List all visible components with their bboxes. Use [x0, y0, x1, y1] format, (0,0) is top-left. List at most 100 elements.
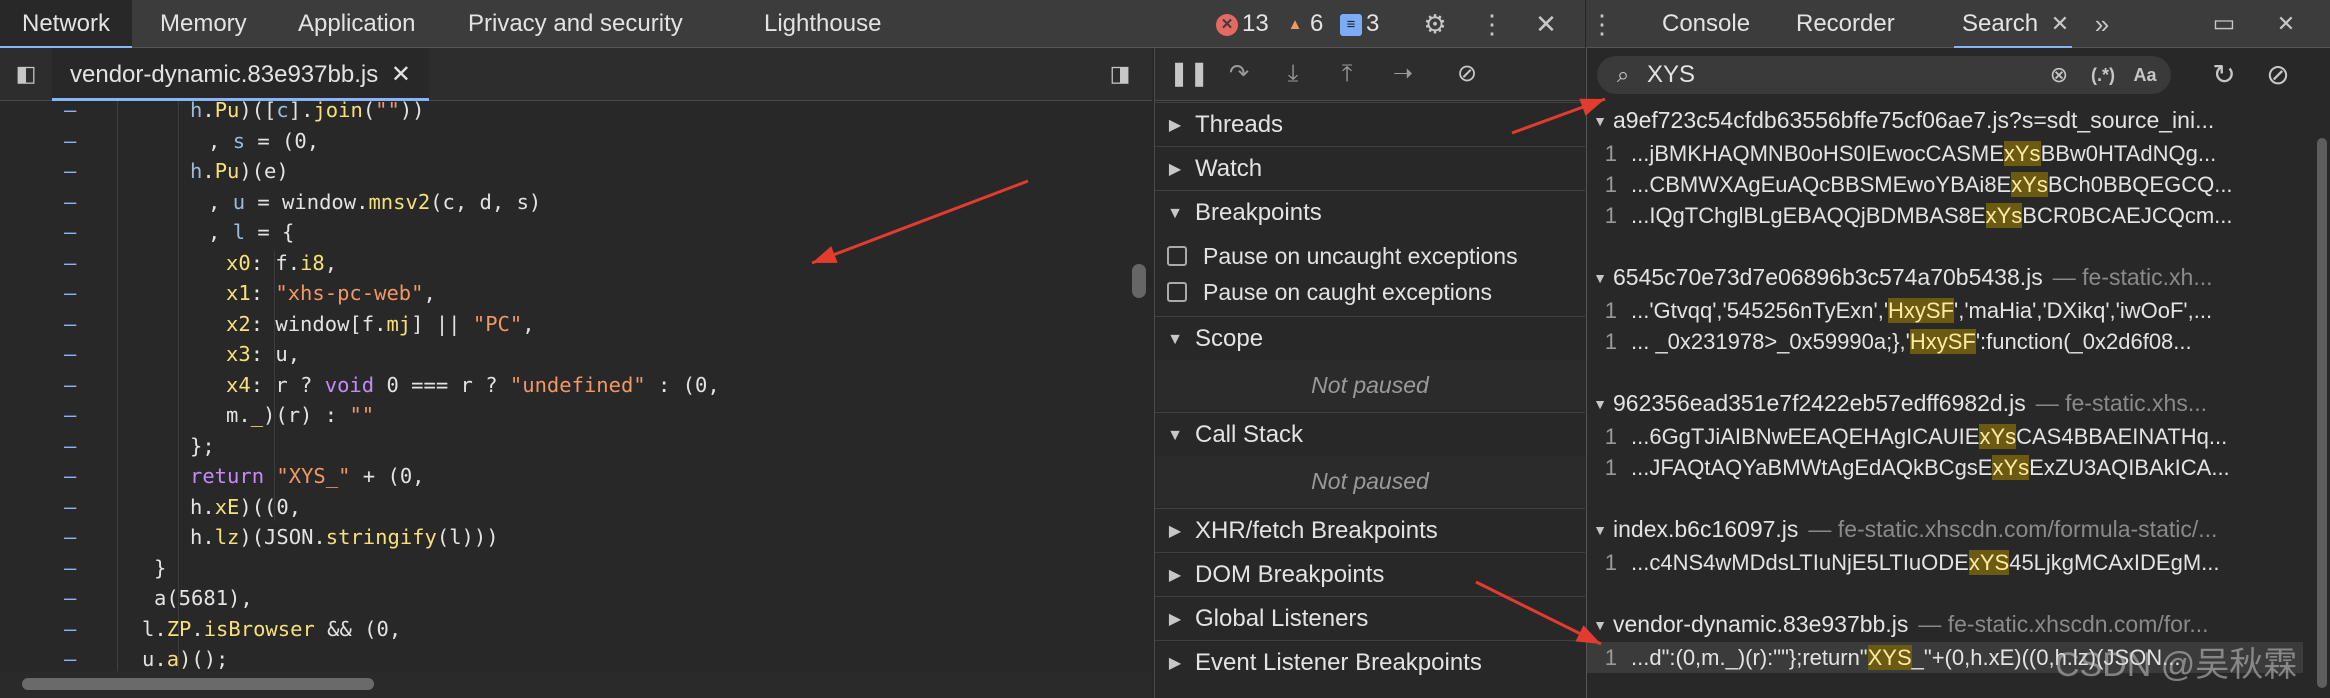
code-line[interactable]: – h.Pu)([c].join("")): [0, 101, 1140, 126]
result-file-header[interactable]: ▼ a9ef723c54cfdb63556bffe75cf06ae7.js?s=s…: [1587, 104, 2303, 136]
tab-recorder[interactable]: Recorder: [1796, 0, 1895, 48]
error-count[interactable]: ✕ 13: [1216, 9, 1269, 39]
code-line[interactable]: – , s = (0,: [0, 126, 1140, 157]
match-case-toggle[interactable]: Aa: [2129, 59, 2161, 91]
close-drawer-icon[interactable]: ✕: [2270, 8, 2302, 40]
gutter-marker[interactable]: –: [64, 126, 76, 157]
search-match-row[interactable]: 1 ...CBMWXAgEuAQcBBSMEwoYBAi8ExYsBCh0BBQE…: [1587, 169, 2303, 200]
editor-file-tab[interactable]: vendor-dynamic.83e937bb.js ✕: [52, 48, 429, 101]
tab-lighthouse[interactable]: Lighthouse: [764, 0, 881, 48]
step-into-icon[interactable]: ⤓: [1277, 58, 1309, 90]
code-line[interactable]: – x2: window[f.mj] || "PC",: [0, 309, 1140, 340]
more-options-icon[interactable]: ⋮: [1476, 8, 1508, 40]
gutter-marker[interactable]: –: [64, 278, 76, 309]
section-global-listeners[interactable]: ▶ Global Listeners: [1155, 596, 1585, 640]
gutter-marker[interactable]: –: [64, 370, 76, 401]
code-line[interactable]: – u.a)();: [0, 644, 1140, 671]
code-line[interactable]: – return "XYS_" + (0,: [0, 461, 1140, 492]
section-breakpoints[interactable]: ▼ Breakpoints: [1155, 190, 1585, 234]
tab-privacy-security[interactable]: Privacy and security: [468, 0, 683, 48]
regex-toggle[interactable]: (.*): [2087, 59, 2119, 91]
code-line[interactable]: – h.Pu)(e): [0, 156, 1140, 187]
result-file-header[interactable]: ▼ vendor-dynamic.83e937bb.js — fe-static.x…: [1587, 608, 2303, 640]
code-line[interactable]: – , l = {: [0, 217, 1140, 248]
clear-search-icon[interactable]: ⊗: [2043, 59, 2075, 91]
toggle-debugger-icon[interactable]: ◨: [1104, 58, 1136, 90]
pause-uncaught-checkbox[interactable]: [1167, 246, 1187, 266]
gutter-marker[interactable]: –: [64, 583, 76, 614]
dock-side-icon[interactable]: ▭: [2208, 8, 2240, 40]
code-line[interactable]: – m._)(r) : "": [0, 400, 1140, 431]
drawer-menu-icon[interactable]: ⋮: [1586, 8, 1618, 40]
message-count[interactable]: ≡ 3: [1340, 9, 1379, 39]
code-line[interactable]: – l.ZP.isBrowser && (0,: [0, 614, 1140, 645]
deactivate-breakpoints-icon[interactable]: ⊘: [1451, 58, 1483, 90]
section-threads[interactable]: ▶ Threads: [1155, 102, 1585, 146]
code-line[interactable]: – a(5681),: [0, 583, 1140, 614]
section-scope[interactable]: ▼ Scope: [1155, 316, 1585, 360]
pause-uncaught-row[interactable]: Pause on uncaught exceptions: [1155, 238, 1585, 274]
gutter-marker[interactable]: –: [64, 431, 76, 462]
pause-caught-checkbox[interactable]: [1167, 282, 1187, 302]
gutter-marker[interactable]: –: [64, 553, 76, 584]
tab-search[interactable]: Search: [1953, 0, 2073, 49]
code-line[interactable]: – h.lz)(JSON.stringify(l))): [0, 522, 1140, 553]
search-match-row[interactable]: 1 ...IQgTChglBLgEBAQQjBDMBAS8ExYsBCR0BCAE…: [1587, 200, 2303, 231]
editor-vertical-scroll-thumb[interactable]: [1132, 264, 1146, 298]
result-file-header[interactable]: ▼ index.b6c16097.js — fe-static.xhscdn.com…: [1587, 513, 2303, 545]
gutter-marker[interactable]: –: [64, 492, 76, 523]
search-match-row[interactable]: 1 ... _0x231978>_0x59990a;},'HxySF':funct…: [1587, 326, 2303, 357]
gutter-marker[interactable]: –: [64, 187, 76, 218]
search-match-row[interactable]: 1 ...JFAQtAQYaBMWtAgEdAQkBCgsExYsExZU3AQI…: [1587, 452, 2303, 483]
pause-caught-row[interactable]: Pause on caught exceptions: [1155, 274, 1585, 310]
code-line[interactable]: – x0: f.i8,: [0, 248, 1140, 279]
code-line[interactable]: – x4: r ? void 0 === r ? "undefined" : (0…: [0, 370, 1140, 401]
code-line[interactable]: – , u = window.mnsv2(c, d, s): [0, 187, 1140, 218]
gutter-marker[interactable]: –: [64, 101, 76, 126]
more-tabs-icon[interactable]: »: [2086, 8, 2118, 40]
code-editor[interactable]: – h.Pu)([c].join("")) –, s = (0, – h.Pu)(e) –…: [0, 101, 1152, 671]
section-watch[interactable]: ▶ Watch: [1155, 146, 1585, 190]
close-search-tab-icon[interactable]: ✕: [2044, 8, 2076, 40]
settings-gear-icon[interactable]: ⚙: [1419, 8, 1451, 40]
gutter-marker[interactable]: –: [64, 644, 76, 671]
gutter-marker[interactable]: –: [64, 461, 76, 492]
section-call-stack[interactable]: ▼ Call Stack: [1155, 412, 1585, 456]
editor-horizontal-scrollbar[interactable]: [0, 671, 1152, 698]
tab-network[interactable]: Network: [0, 0, 133, 49]
gutter-marker[interactable]: –: [64, 339, 76, 370]
results-scroll-thumb[interactable]: [2317, 138, 2327, 688]
gutter-marker[interactable]: –: [64, 614, 76, 645]
toggle-navigator-icon[interactable]: ◧: [10, 58, 42, 90]
refresh-search-icon[interactable]: ↻: [2207, 58, 2241, 92]
tab-console[interactable]: Console: [1662, 0, 1750, 48]
result-file-header[interactable]: ▼ 962356ead351e7f2422eb57edff6982d.js — fe…: [1587, 387, 2303, 419]
code-line[interactable]: – h.xE)((0,: [0, 492, 1140, 523]
tab-application[interactable]: Application: [298, 0, 415, 48]
editor-horizontal-scroll-thumb[interactable]: [22, 678, 374, 690]
step-over-icon[interactable]: ↷: [1223, 58, 1255, 90]
gutter-marker[interactable]: –: [64, 217, 76, 248]
search-match-row[interactable]: 1 ...6GgTJiAIBNwEEAQEHAgICAUIExYsCAS4BBAE…: [1587, 421, 2303, 452]
close-tab-icon[interactable]: ✕: [391, 61, 411, 88]
gutter-marker[interactable]: –: [64, 156, 76, 187]
result-file-header[interactable]: ▼ 6545c70e73d7e06896b3c574a70b5438.js — fe…: [1587, 261, 2303, 293]
section-dom-breakpoints[interactable]: ▶ DOM Breakpoints: [1155, 552, 1585, 596]
warning-count[interactable]: ▲ 6: [1284, 9, 1324, 39]
gutter-marker[interactable]: –: [64, 248, 76, 279]
clear-results-icon[interactable]: ⊘: [2261, 58, 2295, 92]
gutter-marker[interactable]: –: [64, 522, 76, 553]
search-match-row[interactable]: 1 ...c4NS4wMDdsLTIuNjE5LTIuODExYS45LjkgMC…: [1587, 547, 2303, 578]
search-input[interactable]: XYS: [1647, 56, 1695, 94]
tab-memory[interactable]: Memory: [160, 0, 247, 48]
code-line[interactable]: –};: [0, 431, 1140, 462]
search-match-row[interactable]: 1 ...'Gtvqq','545256nTyExn','HxySF','maHi…: [1587, 295, 2303, 326]
section-event-listener-breakpoints[interactable]: ▶ Event Listener Breakpoints: [1155, 640, 1585, 684]
results-vertical-scrollbar[interactable]: [2317, 138, 2327, 698]
search-match-row[interactable]: 1 ...jBMKHAQMNB0oHS0IEwocCASMExYsBBw0HTAd…: [1587, 138, 2303, 169]
code-line[interactable]: – x3: u,: [0, 339, 1140, 370]
step-icon[interactable]: ➝: [1387, 58, 1419, 90]
code-line[interactable]: –}: [0, 553, 1140, 584]
gutter-marker[interactable]: –: [64, 309, 76, 340]
step-out-icon[interactable]: ⤒: [1331, 58, 1363, 90]
